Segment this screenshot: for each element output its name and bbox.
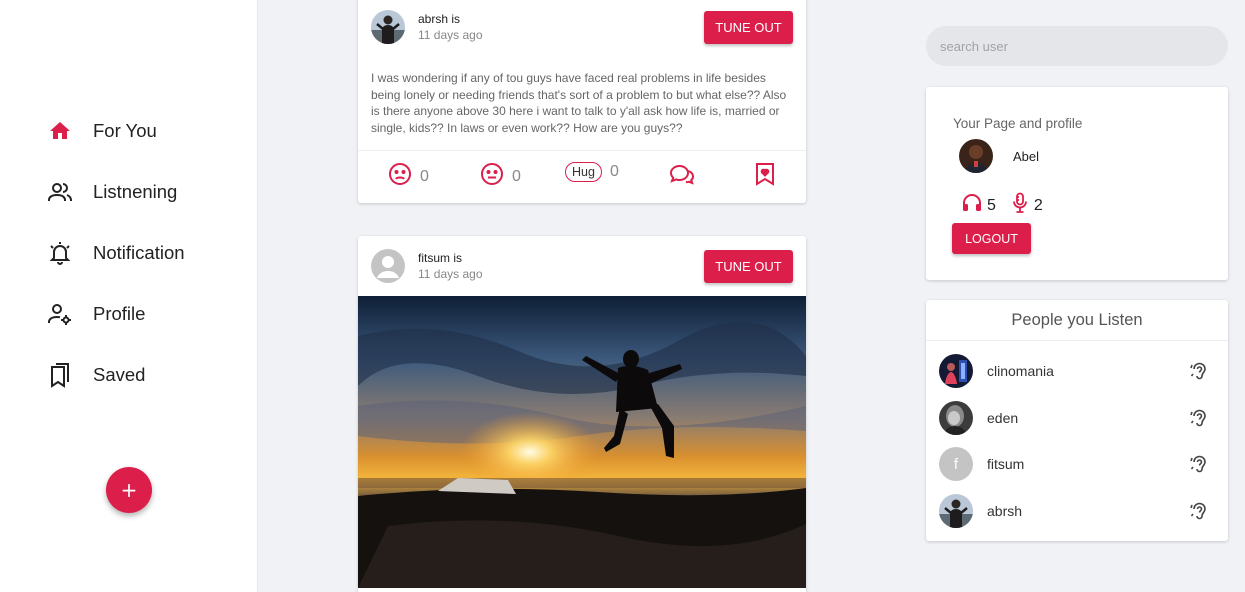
reaction-count: 0	[420, 167, 429, 185]
people-icon	[46, 178, 74, 206]
meh-reaction-button[interactable]: 0	[480, 162, 521, 191]
post-image	[358, 296, 806, 588]
profile-panel: Your Page and profile Abel 5 2 LOGOUT	[926, 87, 1228, 280]
profile-stats: 5 2	[962, 192, 1058, 219]
people-you-listen-panel: People you Listen clinomania eden f fits…	[926, 300, 1228, 541]
listeners-count: 5	[987, 196, 996, 214]
divider	[358, 150, 806, 151]
panel-title: People you Listen	[926, 300, 1228, 341]
nav-label: Listnening	[93, 180, 178, 202]
avatar[interactable]	[959, 139, 993, 173]
post-meta: fitsum is 11 days ago	[418, 251, 483, 281]
main-nav: For You Listnening Notification Profile …	[46, 100, 185, 405]
avatar[interactable]	[939, 354, 973, 388]
nav-item-profile[interactable]: Profile	[46, 283, 185, 344]
post-header: fitsum is 11 days ago	[371, 249, 483, 283]
post-actions: 0 0 Hug 0	[358, 162, 806, 190]
post-timestamp: 11 days ago	[418, 28, 483, 42]
post-body: I was wondering if any of tou guys have …	[371, 71, 787, 135]
list-item[interactable]: f fitsum	[939, 446, 1210, 482]
user-settings-icon	[46, 300, 74, 328]
person-name[interactable]: abrsh	[987, 503, 1188, 519]
avatar[interactable]	[371, 10, 405, 44]
nav-item-saved[interactable]: Saved	[46, 344, 185, 405]
nav-label: For You	[93, 119, 157, 141]
tune-out-button[interactable]: TUNE OUT	[704, 11, 793, 44]
nav-label: Saved	[93, 363, 146, 385]
person-name[interactable]: fitsum	[987, 456, 1188, 472]
reaction-count: 0	[512, 167, 521, 185]
search-user-input[interactable]	[926, 26, 1228, 66]
nav-item-for-you[interactable]: For You	[46, 100, 185, 161]
hug-reaction-button[interactable]: Hug 0	[565, 162, 619, 182]
nav-item-listening[interactable]: Listnening	[46, 161, 185, 222]
nav-label: Profile	[93, 302, 146, 324]
nav-label: Notification	[93, 241, 185, 263]
post-meta: abrsh is 11 days ago	[418, 12, 483, 42]
listeners-stat[interactable]: 5	[962, 193, 996, 218]
headphones-icon	[962, 193, 982, 218]
create-post-button[interactable]: +	[106, 467, 152, 513]
bookmark-button[interactable]	[754, 162, 776, 191]
tune-out-button[interactable]: TUNE OUT	[704, 250, 793, 283]
avatar[interactable]: f	[939, 447, 973, 481]
post-header: abrsh is 11 days ago	[371, 10, 483, 44]
ear-icon[interactable]	[1188, 453, 1210, 475]
avatar[interactable]	[371, 249, 405, 283]
neutral-face-icon	[480, 162, 504, 191]
speakers-stat[interactable]: 2	[1011, 192, 1043, 219]
list-item[interactable]: eden	[939, 400, 1210, 436]
sad-face-icon	[388, 162, 412, 191]
post-timestamp: 11 days ago	[418, 267, 483, 281]
logout-button[interactable]: LOGOUT	[952, 223, 1031, 254]
ear-icon[interactable]	[1188, 500, 1210, 522]
nav-item-notification[interactable]: Notification	[46, 222, 185, 283]
home-icon	[46, 117, 74, 145]
speakers-count: 2	[1033, 196, 1043, 214]
sad-reaction-button[interactable]: 0	[388, 162, 429, 191]
microphone-icon	[1011, 192, 1029, 219]
list-item[interactable]: abrsh	[939, 493, 1210, 529]
bookmarks-icon	[46, 361, 74, 389]
ear-icon[interactable]	[1188, 360, 1210, 382]
bookmark-heart-icon	[754, 162, 776, 191]
comments-icon	[668, 162, 696, 191]
post-author[interactable]: fitsum is	[418, 251, 483, 265]
list-item[interactable]: clinomania	[939, 353, 1210, 389]
person-name[interactable]: eden	[987, 410, 1188, 426]
left-sidebar: For You Listnening Notification Profile …	[0, 0, 258, 592]
avatar[interactable]	[939, 494, 973, 528]
person-name[interactable]: clinomania	[987, 363, 1188, 379]
post-card: fitsum is 11 days ago TUNE OUT	[358, 236, 806, 592]
profile-heading: Your Page and profile	[953, 116, 1083, 131]
profile-row[interactable]: Abel	[959, 139, 1039, 173]
profile-name[interactable]: Abel	[1013, 149, 1039, 164]
post-author[interactable]: abrsh is	[418, 12, 483, 26]
bell-icon	[46, 239, 74, 267]
hug-label: Hug	[565, 162, 602, 182]
post-card: abrsh is 11 days ago TUNE OUT I was wond…	[358, 0, 806, 203]
avatar[interactable]	[939, 401, 973, 435]
reaction-count: 0	[609, 163, 619, 180]
comment-button[interactable]	[668, 162, 696, 191]
ear-icon[interactable]	[1188, 407, 1210, 429]
